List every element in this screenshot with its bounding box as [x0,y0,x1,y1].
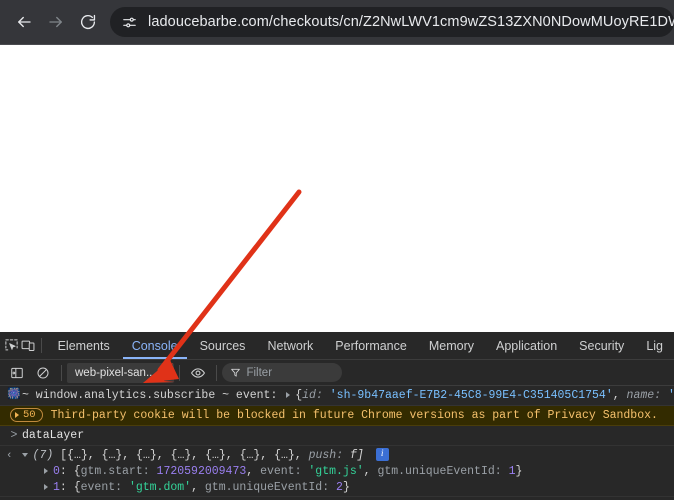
expand-row-arrow-icon[interactable] [44,483,48,490]
tune-icon [122,17,136,27]
console-sidebar-button[interactable] [4,362,30,384]
clear-console-button[interactable] [30,362,56,384]
row-index: 1 [53,481,60,494]
expand-row-arrow-icon[interactable] [44,467,48,474]
row-open-brace: { [73,481,81,494]
chevron-down-icon: ▼ [161,367,171,378]
device-toolbar-button[interactable] [20,332,36,359]
execution-context-selector[interactable]: web-pixel-san... ▼ [67,362,175,383]
row0-key0: gtm.start: [80,465,150,478]
expand-group-triangle-icon [15,412,19,418]
sidebar-toggle-icon [11,367,23,378]
result-object-row[interactable]: 1: {event: 'gtm.dom', gtm.uniqueEventId:… [6,480,674,496]
filter-input[interactable]: Filter [222,363,343,382]
filter-placeholder: Filter [246,366,273,379]
row1-sep0: , [191,481,198,494]
row1-val1: 2 [336,481,343,494]
tab-elements[interactable]: Elements [47,332,121,359]
site-info-icon[interactable] [116,9,142,35]
row-open-brace: { [73,465,81,478]
console-toolbar: web-pixel-san... ▼ Filter [0,360,674,386]
inspect-element-button[interactable] [4,332,20,359]
tab-security[interactable]: Security [568,332,635,359]
comma-1: , [612,389,620,402]
info-badge-icon[interactable]: i [375,448,389,462]
clear-console-icon [37,366,49,379]
console-message-warning[interactable]: 50 Third-party cookie will be blocked in… [0,406,674,426]
back-arrow-icon [18,16,31,28]
result-summary-row[interactable]: ‹ (7) [{…}, {…}, {…}, {…}, {…}, {…}, {…}… [6,448,674,464]
row-colon: : [59,481,74,494]
omnibox[interactable]: ladoucebarbe.com/checkouts/cn/Z2NwLWV1cm… [110,7,674,37]
tab-console[interactable]: Console [121,332,189,359]
result-object-row[interactable]: 0: {gtm.start: 1720592009473, event: 'gt… [6,464,674,480]
row-index: 0 [53,465,60,478]
warning-count-badge[interactable]: 50 [10,408,43,422]
tab-performance[interactable]: Performance [324,332,418,359]
forward-arrow-icon [49,16,62,28]
row0-close-brace: } [515,465,523,478]
url-text[interactable]: ladoucebarbe.com/checkouts/cn/Z2NwLWV1cm… [148,7,674,37]
row1-key0: event: [80,481,123,494]
input-prompt-icon: > [10,429,18,442]
row0-sep0: , [246,465,254,478]
console-message-log[interactable]: 🎆 ~ window.analytics.subscribe ~ event: … [0,386,674,406]
row1-close-brace: } [342,481,350,494]
row1-key1: gtm.uniqueEventId: [204,481,330,494]
value-id: 'sh-9b47aaef-E7B2-45C8-99E4-C351405C1754… [329,389,613,402]
key-name: name: [626,389,662,402]
row0-val0: 1720592009473 [156,465,247,478]
input-expression: dataLayer [22,429,85,442]
toolbar-divider-2 [179,364,181,381]
expand-object-arrow-icon[interactable] [286,391,291,398]
collapse-array-arrow-icon[interactable] [21,452,28,457]
execution-context-label: web-pixel-san... [75,366,156,379]
array-length: (7) [32,449,54,462]
eye-icon [191,367,206,378]
devtools-panel: Elements Console Sources Network Perform… [0,332,674,500]
console-result-line[interactable]: ‹ (7) [{…}, {…}, {…}, {…}, {…}, {…}, {…}… [0,446,674,497]
row0-key2: gtm.uniqueEventId: [377,465,502,478]
page-viewport [0,44,674,332]
row0-sep1: , [363,465,371,478]
push-value: f] [350,449,364,462]
reload-button[interactable] [72,6,104,38]
log-line-content: ~ window.analytics.subscribe ~ event: {i… [22,388,674,403]
console-input-line[interactable]: > dataLayer [0,426,674,446]
firework-emoji-icon: 🎆 [7,389,21,401]
forward-button[interactable] [40,6,72,38]
browser-toolbar: ladoucebarbe.com/checkouts/cn/Z2NwLWV1cm… [0,0,674,44]
result-return-icon: ‹ [6,450,13,462]
tabbar-divider [40,338,42,353]
row-colon: : [59,465,74,478]
log-prefix: ~ window.analytics.subscribe ~ event: [22,389,278,402]
inspect-cursor-icon [5,339,18,351]
push-key: push: [308,449,344,462]
value-name: 'checko [668,389,674,402]
screenshot-root: ladoucebarbe.com/checkouts/cn/Z2NwLWV1cm… [0,0,674,500]
array-summary: [{…}, {…}, {…}, {…}, {…}, {…}, {…}, [60,449,302,462]
tab-memory[interactable]: Memory [418,332,485,359]
warning-count: 50 [23,408,36,421]
tab-application[interactable]: Application [485,332,568,359]
key-id: id: [302,389,323,402]
reload-icon [80,14,96,30]
toolbar-divider-1 [61,364,62,381]
tab-sources[interactable]: Sources [189,332,257,359]
back-button[interactable] [8,6,40,38]
devtools-tabbar: Elements Console Sources Network Perform… [0,332,674,360]
tab-lighthouse[interactable]: Lig [635,332,674,359]
filter-funnel-icon [231,368,241,377]
row1-val0: 'gtm.dom' [128,481,192,494]
row0-val1: 'gtm.js' [308,465,364,478]
tab-network[interactable]: Network [256,332,324,359]
toolbar-divider-3 [216,364,218,381]
console-message-list[interactable]: 🎆 ~ window.analytics.subscribe ~ event: … [0,386,674,500]
device-toolbar-icon [21,340,35,351]
row0-key1: event: [260,465,302,478]
live-expression-button[interactable] [185,362,211,384]
warning-text: Third-party cookie will be blocked in fu… [50,409,658,422]
